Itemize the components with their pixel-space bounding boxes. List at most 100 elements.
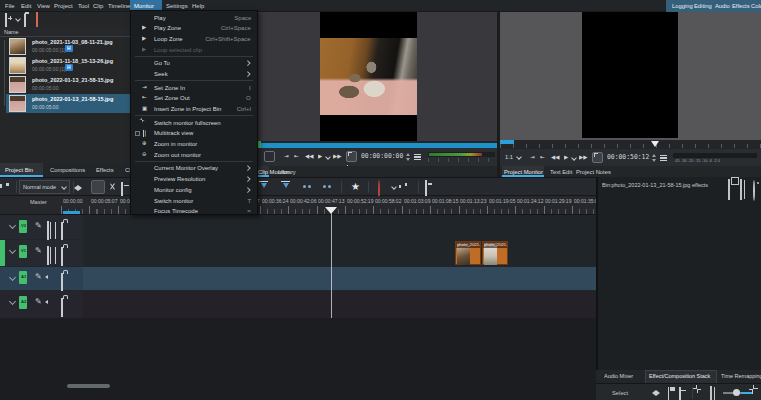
menu-tool[interactable]: Tool bbox=[78, 3, 89, 9]
menu-monitor[interactable]: Monitor bbox=[134, 3, 154, 9]
track-a1[interactable]: A1 ✎ bbox=[0, 267, 596, 290]
monitor-zoom-level[interactable]: 1:1 bbox=[505, 154, 513, 160]
tab-compositions[interactable]: Compositions bbox=[50, 167, 85, 173]
add-clip-dropdown-icon[interactable] bbox=[15, 16, 21, 22]
zone-frame-icon[interactable] bbox=[264, 151, 275, 162]
menu-item-focus-timecode[interactable]: Focus Timecode= bbox=[131, 206, 257, 217]
menu-item-zoom-in-monitor[interactable]: ⊕ Zoom in monitor bbox=[131, 139, 257, 150]
monitor-menu-icon[interactable] bbox=[660, 155, 667, 161]
track-tag[interactable]: V1 bbox=[19, 245, 27, 258]
menu-item-seek[interactable]: Seek bbox=[131, 68, 257, 79]
menu-item-switch-fullscreen[interactable]: Switch monitor fullscreen bbox=[131, 117, 257, 128]
timecode-spinner[interactable] bbox=[405, 152, 411, 162]
tab-library[interactable]: Library bbox=[278, 169, 296, 175]
track-a1-body[interactable] bbox=[83, 267, 596, 290]
loop-zone-icon[interactable] bbox=[346, 151, 357, 162]
menu-file[interactable]: File bbox=[5, 3, 15, 9]
zoom-dropdown-icon[interactable] bbox=[516, 154, 522, 160]
group-effect-icon[interactable] bbox=[740, 182, 742, 198]
menu-item-go-to[interactable]: Go To bbox=[131, 58, 257, 69]
set-zone-out-icon[interactable]: ⇤ bbox=[294, 154, 299, 160]
timeline-hscrollbar[interactable] bbox=[67, 384, 110, 388]
track-tag[interactable]: A2 bbox=[19, 296, 27, 309]
menu-item-insert-zone-bin[interactable]: ▣ Insert Zone in Project BinCtrl+I bbox=[131, 104, 257, 115]
workspace-audio[interactable]: Audio bbox=[715, 3, 730, 9]
timeline-ruler[interactable]: Master 00:00:00 00:00:05:07 00:00:10:14 … bbox=[0, 196, 596, 215]
menu-item-play[interactable]: PlaySpace bbox=[131, 12, 257, 23]
edit-track-icon[interactable]: ✎ bbox=[35, 247, 42, 255]
menu-item-zoom-out-monitor[interactable]: ⊖ Zoom out monitor bbox=[131, 149, 257, 160]
workspace-effects[interactable]: Effects bbox=[732, 3, 750, 9]
loop-zone-icon[interactable] bbox=[592, 152, 603, 163]
zoom-slider-handle[interactable] bbox=[733, 389, 740, 396]
project-monitor-timecode[interactable]: 00:00:50:12 bbox=[607, 154, 649, 160]
set-zone-out-icon[interactable]: ⇤ bbox=[540, 155, 545, 161]
record-dropdown-icon[interactable] bbox=[391, 184, 397, 190]
menu-item-loop-zone[interactable]: ▶ Loop ZoneCtrl+Shift+Space bbox=[131, 33, 257, 44]
project-monitor-ruler[interactable] bbox=[500, 140, 761, 149]
lock-track-icon[interactable] bbox=[61, 223, 63, 241]
menu-project[interactable]: Project bbox=[54, 3, 73, 9]
copy-effect-icon[interactable] bbox=[728, 182, 730, 198]
menu-edit[interactable]: Edit bbox=[21, 3, 31, 9]
set-zone-in-icon[interactable]: ⇥ bbox=[284, 154, 289, 160]
timeline-clip[interactable]: photo_2021-11-18_15-13-26.jpg bbox=[482, 241, 508, 265]
track-a2[interactable]: A2 ✎ bbox=[0, 291, 596, 318]
collapse-icon[interactable] bbox=[9, 274, 16, 281]
track-v1[interactable]: V1 ✎ photo_2021-11-03_08-11-21.jpg photo… bbox=[0, 240, 596, 266]
workspace-editing[interactable]: Editing bbox=[694, 3, 712, 9]
workspace-color[interactable]: Color bbox=[751, 3, 761, 9]
tab-time-remapping[interactable]: Time Remapping bbox=[721, 374, 761, 380]
monitor-menu-icon[interactable] bbox=[414, 154, 421, 160]
show-effect-icon[interactable] bbox=[753, 183, 755, 199]
collapse-icon[interactable] bbox=[9, 298, 16, 305]
tab-effect-stack-label[interactable]: Effect/Composition Stack bbox=[649, 374, 710, 380]
play-icon[interactable]: ▶ bbox=[318, 154, 322, 160]
timeline-clip[interactable]: photo_2021-11-03_08-11-21.jpg bbox=[455, 241, 481, 265]
track-tag[interactable]: V2 bbox=[19, 220, 27, 233]
menu-item-play-zone[interactable]: ▶ Play ZoneCtrl+Space bbox=[131, 23, 257, 34]
menu-settings[interactable]: Settings bbox=[166, 3, 188, 9]
edit-track-icon[interactable]: ✎ bbox=[35, 222, 42, 230]
tab-project-monitor-label[interactable]: Project Monitor bbox=[504, 169, 543, 175]
rewind-icon[interactable]: ◀◀ bbox=[305, 154, 313, 160]
playhead-handle[interactable] bbox=[325, 207, 337, 214]
clip-monitor-timecode[interactable]: 00:00:00:00 bbox=[361, 153, 403, 159]
tab-text-edit[interactable]: Text Edit bbox=[550, 169, 572, 175]
menu-item-multitrack-view[interactable]: Multitrack view bbox=[131, 128, 257, 139]
lock-track-icon[interactable] bbox=[61, 248, 63, 266]
track-a2-body[interactable] bbox=[83, 291, 596, 318]
tab-project-bin-label[interactable]: Project Bin bbox=[5, 167, 33, 173]
menu-item-monitor-config[interactable]: Monitor config bbox=[131, 184, 257, 195]
zone-inout-icon[interactable] bbox=[679, 389, 681, 400]
hide-track-icon[interactable] bbox=[47, 222, 49, 240]
menu-item-preview-resolution[interactable]: Preview Resolution bbox=[131, 174, 257, 185]
edit-track-icon[interactable]: ✎ bbox=[35, 273, 42, 281]
edit-track-icon[interactable]: ✎ bbox=[35, 298, 42, 306]
menu-item-set-zone-in[interactable]: ⇥ Set Zone InI bbox=[131, 82, 257, 93]
play-icon[interactable]: ▶ bbox=[564, 155, 568, 161]
flag-icon[interactable] bbox=[668, 389, 669, 400]
workspace-logging[interactable]: Logging bbox=[672, 3, 693, 9]
zoom-box-icon[interactable] bbox=[710, 389, 712, 400]
lock-track-icon[interactable] bbox=[61, 299, 63, 317]
hide-track-icon[interactable] bbox=[47, 247, 49, 265]
menu-item-switch-monitor[interactable]: Switch monitorT bbox=[131, 195, 257, 206]
menu-item-set-zone-out[interactable]: ⇤ Set Zone OutO bbox=[131, 93, 257, 104]
play-dropdown-icon[interactable] bbox=[325, 154, 331, 160]
menu-help[interactable]: Help bbox=[192, 3, 204, 9]
collapse-icon[interactable] bbox=[9, 247, 16, 254]
favorite-effects-icon[interactable]: ★ bbox=[351, 182, 360, 192]
track-v1-body[interactable]: photo_2021-11-03_08-11-21.jpg photo_2021… bbox=[83, 240, 596, 266]
rewind-icon[interactable]: ◀◀ bbox=[551, 155, 559, 161]
menu-item-current-monitor-overlay[interactable]: Current Monitor Overlay bbox=[131, 163, 257, 174]
track-v2[interactable]: V2 ✎ bbox=[0, 215, 596, 239]
play-dropdown-icon[interactable] bbox=[571, 155, 577, 161]
tab-effects[interactable]: Effects bbox=[96, 167, 114, 173]
project-playhead[interactable] bbox=[651, 141, 659, 147]
forward-icon[interactable]: ▶▶ bbox=[333, 154, 341, 160]
track-tag[interactable]: A1 bbox=[19, 271, 27, 284]
menu-timeline[interactable]: Timeline bbox=[108, 3, 130, 9]
edit-mode-dropdown[interactable]: Normal mode bbox=[19, 180, 70, 194]
set-zone-in-icon[interactable]: ⇥ bbox=[530, 155, 535, 161]
